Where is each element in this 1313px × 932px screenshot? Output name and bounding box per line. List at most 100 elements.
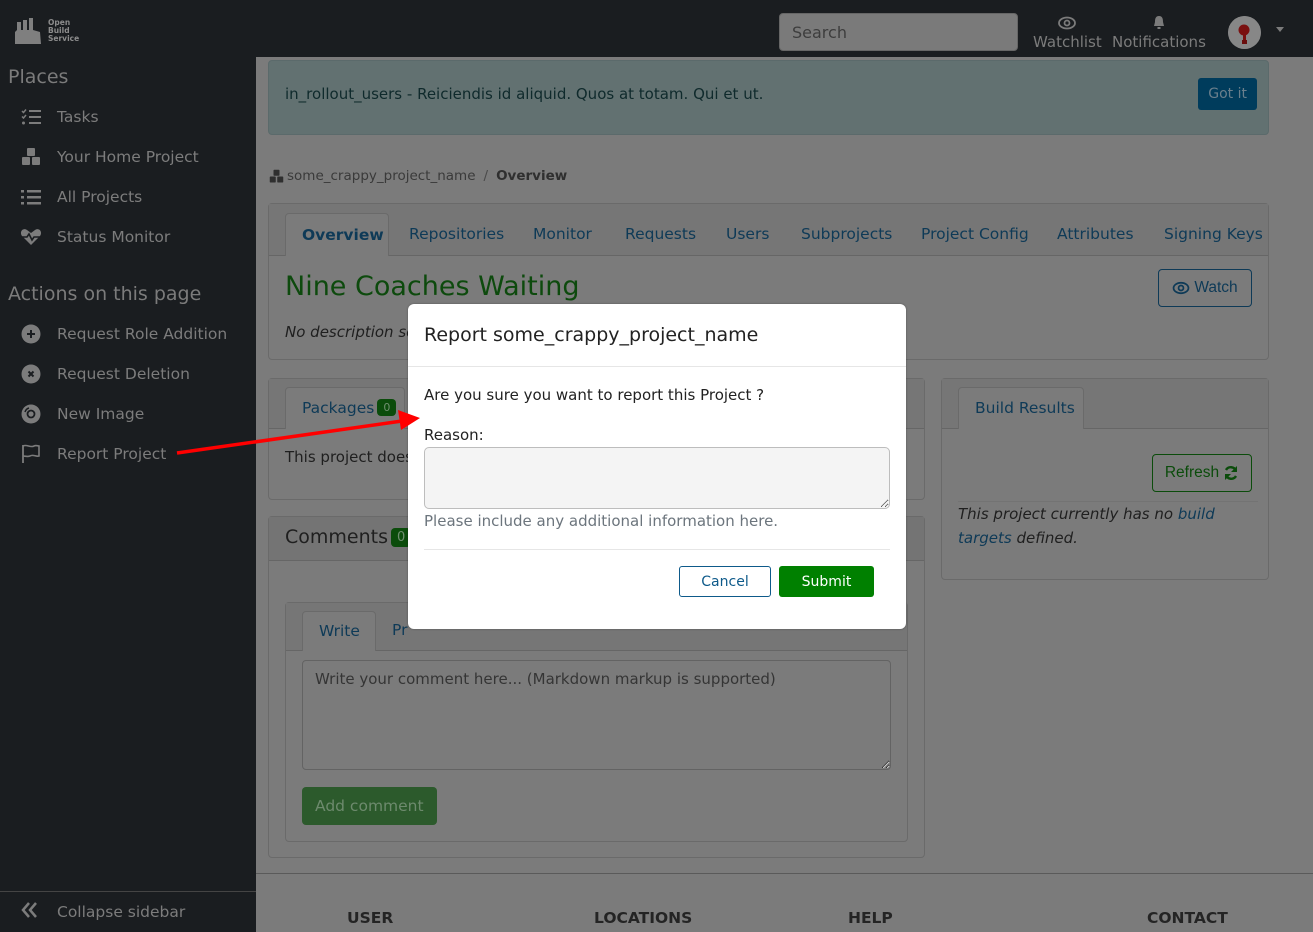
tab-project-config[interactable]: Project Config xyxy=(921,225,1029,243)
tab-preview[interactable]: Pr xyxy=(392,621,407,639)
sidebar-item-tasks[interactable]: Tasks xyxy=(20,105,99,129)
refresh-icon xyxy=(1225,466,1238,480)
breadcrumb-separator: / xyxy=(483,168,489,184)
search-input[interactable] xyxy=(779,13,1018,51)
add-comment-button[interactable]: Add comment xyxy=(302,787,437,825)
logo-text: Open Build Service xyxy=(48,19,79,43)
tasks-icon xyxy=(20,106,42,128)
top-navbar: Open Build Service Watchlist Notificatio… xyxy=(0,0,1313,57)
notifications-link[interactable]: Notifications xyxy=(1112,14,1206,51)
sidebar-item-request-deletion[interactable]: Request Deletion xyxy=(20,362,190,386)
got-it-button[interactable]: Got it xyxy=(1198,78,1257,110)
build-results-card: Build Results Refresh This project curre… xyxy=(941,378,1269,580)
comments-heading-label: Comments xyxy=(285,526,388,548)
sidebar-item-label: Report Project xyxy=(57,445,167,463)
bell-icon xyxy=(1153,16,1164,29)
watch-button[interactable]: Watch xyxy=(1158,269,1252,307)
sidebar-item-label: All Projects xyxy=(57,188,143,206)
sidebar-item-label: Your Home Project xyxy=(57,148,199,166)
tab-attributes[interactable]: Attributes xyxy=(1057,225,1134,243)
cubes-icon xyxy=(20,146,42,168)
tab-monitor[interactable]: Monitor xyxy=(533,225,592,243)
places-heading: Places xyxy=(8,66,69,88)
tab-build-results[interactable]: Build Results xyxy=(958,387,1084,429)
disc-icon xyxy=(20,403,42,425)
logo-line: Service xyxy=(48,34,80,43)
breadcrumb-project-link[interactable]: some_crappy_project_name xyxy=(287,168,476,184)
rollout-alert: in_rollout_users - Reiciendis id aliquid… xyxy=(268,60,1269,135)
times-circle-icon xyxy=(20,363,42,385)
sidebar-item-label: Tasks xyxy=(57,108,99,126)
submit-button[interactable]: Submit xyxy=(779,566,874,597)
double-chevron-left-icon xyxy=(20,901,42,923)
actions-heading: Actions on this page xyxy=(8,283,202,305)
packages-count-badge: 0 xyxy=(377,399,397,416)
packages-tab-label: Packages xyxy=(302,399,375,417)
sidebar-item-label: Status Monitor xyxy=(57,228,171,246)
footer-heading-help: HELP xyxy=(848,909,893,927)
modal-header: Report some_crappy_project_name xyxy=(408,304,906,367)
sidebar-item-status-monitor[interactable]: Status Monitor xyxy=(20,225,170,249)
avatar-image-icon xyxy=(1228,16,1261,49)
collapse-sidebar-label: Collapse sidebar xyxy=(57,903,186,921)
list-icon xyxy=(20,186,42,208)
sidebar-item-all-projects[interactable]: All Projects xyxy=(20,185,142,209)
user-menu-caret-icon[interactable] xyxy=(1276,27,1284,32)
comment-textarea[interactable] xyxy=(302,660,891,770)
user-avatar[interactable] xyxy=(1228,16,1261,49)
watchlist-link[interactable]: Watchlist xyxy=(1033,14,1102,51)
watch-label: Watch xyxy=(1194,279,1238,296)
build-results-tabs: Build Results xyxy=(942,379,1268,429)
footer-heading-user: USER xyxy=(347,909,394,927)
report-project-modal: Report some_crappy_project_name Are you … xyxy=(408,304,906,629)
sidebar-item-new-image[interactable]: New Image xyxy=(20,402,144,426)
eye-icon xyxy=(1058,16,1077,30)
comment-editor: Write Pr Add comment xyxy=(285,602,908,842)
modal-title: Report some_crappy_project_name xyxy=(424,324,759,346)
tab-overview[interactable]: Overview xyxy=(285,213,389,256)
tab-repositories[interactable]: Repositories xyxy=(409,225,504,243)
flag-icon xyxy=(20,443,42,465)
reason-help-text: Please include any additional informatio… xyxy=(424,512,779,530)
footer-heading-locations: LOCATIONS xyxy=(594,909,693,927)
tab-requests[interactable]: Requests xyxy=(625,225,696,243)
cubes-icon xyxy=(269,169,284,182)
sidebar-item-label: Request Deletion xyxy=(57,365,190,383)
project-description: No description se xyxy=(285,323,416,341)
tab-packages[interactable]: Packages 0 xyxy=(285,387,405,429)
tab-users[interactable]: Users xyxy=(726,225,769,243)
build-text-before: This project currently has no xyxy=(958,505,1178,523)
breadcrumb-current: Overview xyxy=(496,168,568,184)
build-text-after: defined. xyxy=(1011,529,1078,547)
sidebar-item-request-role-addition[interactable]: Request Role Addition xyxy=(20,322,227,346)
modal-footer-divider xyxy=(424,549,890,550)
refresh-label: Refresh xyxy=(1164,464,1220,481)
factory-logo-icon xyxy=(15,18,41,44)
watchlist-label: Watchlist xyxy=(1033,33,1102,51)
tab-signing-keys[interactable]: Signing Keys xyxy=(1164,225,1263,243)
tab-write[interactable]: Write xyxy=(302,611,376,651)
sidebar-item-report-project[interactable]: Report Project xyxy=(20,442,166,466)
obs-logo[interactable]: Open Build Service xyxy=(12,16,79,46)
build-targets-text: This project currently has no build targ… xyxy=(958,501,1258,550)
cancel-button[interactable]: Cancel xyxy=(679,566,771,597)
sidebar-item-label: New Image xyxy=(57,405,145,423)
breadcrumb: some_crappy_project_name / Overview xyxy=(268,168,567,184)
alert-text: in_rollout_users - Reiciendis id aliquid… xyxy=(285,85,764,103)
notifications-label: Notifications xyxy=(1112,33,1206,51)
comments-heading: Comments 0 xyxy=(285,526,412,548)
tab-subprojects[interactable]: Subprojects xyxy=(801,225,892,243)
reason-textarea[interactable] xyxy=(424,447,890,509)
heartbeat-icon xyxy=(20,226,42,248)
sidebar-item-home-project[interactable]: Your Home Project xyxy=(20,145,199,169)
footer-divider xyxy=(256,873,1313,874)
eye-icon xyxy=(1173,281,1190,295)
sidebar: Places Tasks Your Home Project All Proje… xyxy=(0,57,256,932)
footer-heading-contact: CONTACT xyxy=(1147,909,1228,927)
project-tabs: Overview Repositories Monitor Requests U… xyxy=(269,204,1268,256)
project-title: Nine Coaches Waiting xyxy=(285,271,580,302)
refresh-button[interactable]: Refresh xyxy=(1152,454,1252,492)
packages-empty-text: This project does xyxy=(285,448,413,466)
sidebar-item-label: Request Role Addition xyxy=(57,325,228,343)
collapse-sidebar-button[interactable]: Collapse sidebar xyxy=(0,891,256,932)
